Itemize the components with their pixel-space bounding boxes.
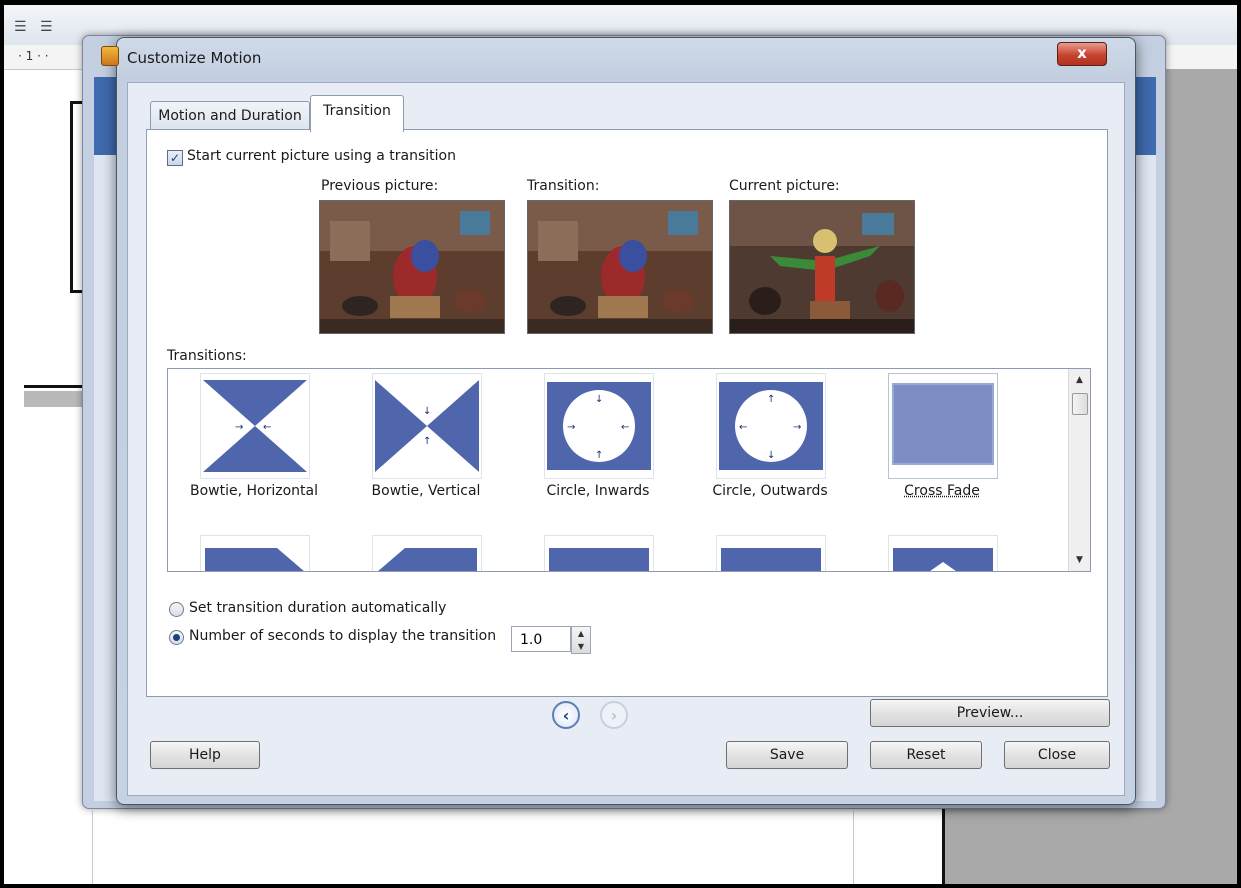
tile-partial-4[interactable]	[716, 535, 826, 571]
bowtie-vertical-icon: ↓ ↑	[375, 380, 479, 472]
save-button[interactable]: Save	[726, 741, 848, 769]
tile-label-circle-inwards: Circle, Inwards	[546, 483, 650, 499]
tile-partial-2[interactable]	[372, 535, 482, 571]
manual-duration-label: Number of seconds to display the transit…	[189, 628, 497, 644]
tile-partial-1[interactable]	[200, 535, 310, 571]
help-button[interactable]: Help	[150, 741, 260, 769]
tile-bowtie-horizontal[interactable]: → ←	[200, 373, 310, 479]
tile-partial-5[interactable]	[888, 535, 998, 571]
background-margin-left	[92, 811, 93, 884]
cross-fade-icon	[892, 383, 994, 465]
dialog-titlebar[interactable]: Customize Motion x	[101, 38, 1135, 78]
spinner-down-icon[interactable]: ▼	[572, 640, 590, 653]
svg-text:←: ←	[621, 422, 629, 433]
scroll-down-icon[interactable]: ▼	[1069, 551, 1090, 569]
current-picture-thumbnail	[729, 200, 915, 334]
transition-picture-label: Transition:	[527, 178, 600, 194]
circle-inwards-icon: ↓ ↑ → ←	[547, 382, 651, 470]
start-transition-label: Start current picture using a transition	[187, 148, 456, 164]
tab-transition[interactable]: Transition	[310, 95, 404, 132]
customize-motion-dialog: Customize Motion x Motion and Duration T…	[101, 37, 1136, 805]
transition-tab-panel: ✓ Start current picture using a transiti…	[146, 129, 1108, 697]
svg-text:↑: ↑	[767, 394, 775, 405]
previous-picture-label: Previous picture:	[321, 178, 439, 194]
dialog-title: Customize Motion	[127, 49, 262, 67]
dialog-client-area: Motion and Duration Transition ✓ Start c…	[127, 82, 1125, 796]
auto-duration-radio[interactable]	[169, 602, 184, 617]
screen: ☰ ☰ · 1 · · dyg Customize Motion x Motio…	[4, 5, 1237, 884]
align-left-icon[interactable]: ☰	[14, 19, 27, 35]
svg-text:←: ←	[739, 422, 747, 433]
tile-cross-fade[interactable]	[888, 373, 998, 479]
svg-text:↓: ↓	[595, 394, 603, 405]
app-icon	[101, 46, 119, 66]
tab-motion-and-duration[interactable]: Motion and Duration	[150, 101, 310, 130]
duration-spinner[interactable]: ▲ ▼	[571, 626, 591, 654]
current-picture-label: Current picture:	[729, 178, 840, 194]
tile-bowtie-vertical[interactable]: ↓ ↑	[372, 373, 482, 479]
align-justify-icon[interactable]: ☰	[40, 19, 53, 35]
svg-text:→: →	[793, 422, 801, 433]
preview-button[interactable]: Preview...	[870, 699, 1110, 727]
background-margin-right	[853, 811, 854, 884]
svg-text:↓: ↓	[423, 406, 431, 417]
svg-text:→: →	[567, 422, 575, 433]
svg-text:←: ←	[263, 422, 271, 433]
transition-preview-thumbnail	[527, 200, 713, 334]
tile-label-bowtie-vertical: Bowtie, Vertical	[371, 483, 481, 499]
tile-circle-outwards[interactable]: ↑ ↓ ← →	[716, 373, 826, 479]
start-transition-checkbox[interactable]: ✓	[167, 150, 183, 166]
previous-picture-button[interactable]: ‹	[552, 701, 580, 729]
bowtie-horizontal-icon: → ←	[203, 380, 307, 472]
transitions-label: Transitions:	[167, 348, 247, 364]
close-window-button[interactable]: x	[1057, 42, 1107, 66]
svg-text:↑: ↑	[595, 450, 603, 461]
previous-picture-thumbnail	[319, 200, 505, 334]
close-button[interactable]: Close	[1004, 741, 1110, 769]
duration-seconds-input[interactable]: 1.0	[511, 626, 571, 652]
ruler-text: · 1 · ·	[18, 49, 49, 63]
manual-duration-radio[interactable]	[169, 630, 184, 645]
tile-label-circle-outwards: Circle, Outwards	[712, 483, 828, 499]
svg-text:→: →	[235, 422, 243, 433]
gallery-scrollbar[interactable]: ▲ ▼	[1068, 369, 1090, 571]
tile-label-cross-fade: Cross Fade	[904, 483, 980, 499]
reset-button[interactable]: Reset	[870, 741, 982, 769]
auto-duration-label: Set transition duration automatically	[189, 600, 447, 616]
tile-label-bowtie-horizontal: Bowtie, Horizontal	[190, 483, 318, 499]
svg-text:↑: ↑	[423, 436, 431, 447]
next-picture-button[interactable]: ›	[600, 701, 628, 729]
tile-circle-inwards[interactable]: ↓ ↑ → ←	[544, 373, 654, 479]
circle-outwards-icon: ↑ ↓ ← →	[719, 382, 823, 470]
svg-text:↓: ↓	[767, 450, 775, 461]
scroll-up-icon[interactable]: ▲	[1069, 371, 1090, 389]
tile-partial-3[interactable]	[544, 535, 654, 571]
scroll-thumb[interactable]	[1072, 393, 1088, 415]
spinner-up-icon[interactable]: ▲	[572, 627, 590, 640]
transitions-gallery: → ← Bowtie, Horizontal ↓ ↑ Bowtie, Verti…	[167, 368, 1091, 572]
